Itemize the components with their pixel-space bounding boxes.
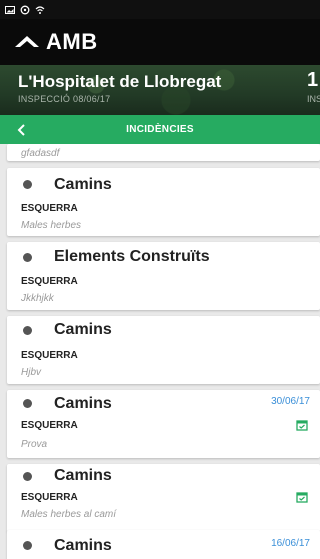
status-bar (0, 0, 320, 19)
status-dot-icon (23, 253, 32, 262)
incident-date: 30/06/17 (271, 396, 310, 407)
app-logo-text: AMB (46, 29, 98, 54)
incident-description: Males herbes (21, 220, 82, 231)
image-icon (5, 5, 15, 14)
incident-side: ESQUERRA (21, 276, 78, 287)
incident-card[interactable]: Camins 16/06/17 (7, 530, 320, 559)
incident-description: gfadasdf (21, 148, 60, 159)
incident-card[interactable]: Camins ESQUERRA Males herbes al camí (7, 464, 320, 532)
status-dot-icon (23, 399, 32, 408)
inspection-title: L'Hospitalet de Llobregat (18, 72, 222, 91)
amb-logo-icon (15, 36, 39, 47)
inspection-subtitle: INSPECCIÓ 08/06/17 (18, 94, 111, 104)
back-chevron-icon[interactable] (14, 122, 30, 138)
section-toolbar: INCIDÈNCIES (0, 115, 320, 144)
next-page-peek-subtitle: INS (307, 94, 320, 104)
incident-category: Camins (54, 395, 112, 412)
incident-description: Prova (21, 439, 48, 450)
incident-card[interactable]: Camins ESQUERRA Hjbv (7, 316, 320, 384)
incident-category: Camins (54, 321, 112, 338)
inspection-header[interactable]: L'Hospitalet de Llobregat INSPECCIÓ 08/0… (0, 65, 320, 115)
next-page-peek-number: 1 (307, 69, 319, 91)
section-title: INCIDÈNCIES (126, 124, 194, 135)
incident-description: Males herbes al camí (21, 509, 117, 520)
status-dot-icon (23, 472, 32, 481)
incident-side: ESQUERRA (21, 492, 78, 503)
incident-card[interactable]: Elements Construïts ESQUERRA Jkkhjkk (7, 242, 320, 310)
incident-card[interactable]: Camins 30/06/17 ESQUERRA Prova (7, 390, 320, 458)
incident-category: Camins (54, 537, 112, 554)
incident-side: ESQUERRA (21, 203, 78, 214)
incident-list[interactable]: gfadasdf Camins ESQUERRA Males herbes El… (0, 144, 320, 559)
calendar-check-icon (296, 420, 308, 431)
incident-category: Camins (54, 467, 112, 484)
status-dot-icon (23, 180, 32, 189)
incident-description: Hjbv (21, 367, 42, 378)
incident-date: 16/06/17 (271, 538, 310, 549)
sync-icon (20, 5, 30, 14)
wifi-icon (35, 5, 45, 14)
incident-description: Jkkhjkk (21, 293, 54, 304)
incident-card[interactable]: Camins ESQUERRA Males herbes (7, 168, 320, 236)
incident-card-partial[interactable]: gfadasdf (7, 144, 320, 161)
status-dot-icon (23, 541, 32, 550)
incident-side: ESQUERRA (21, 350, 78, 361)
calendar-check-icon (296, 492, 308, 503)
status-dot-icon (23, 326, 32, 335)
incident-category: Elements Construïts (54, 248, 210, 265)
app-bar: AMB (0, 19, 320, 65)
incident-category: Camins (54, 176, 112, 193)
incident-side: ESQUERRA (21, 420, 78, 431)
